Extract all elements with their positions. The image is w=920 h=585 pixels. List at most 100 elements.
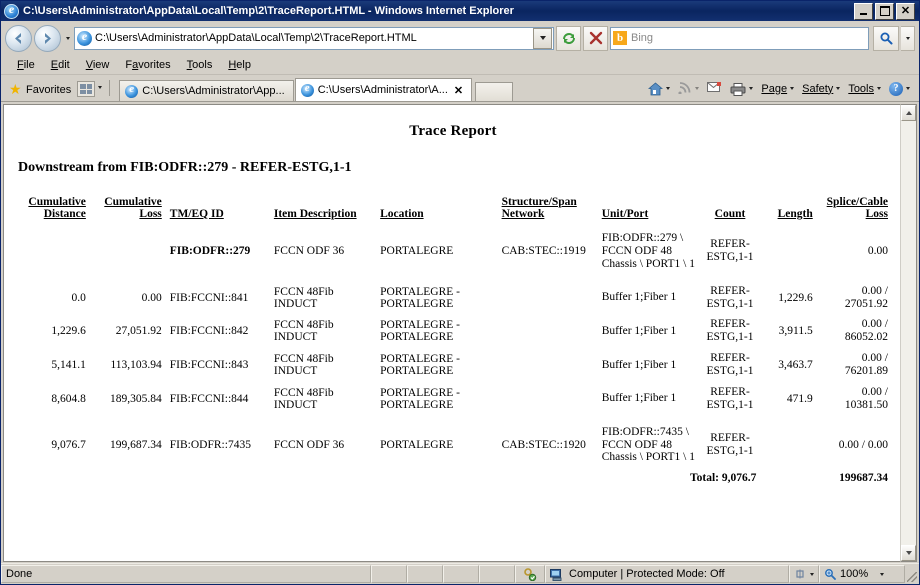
column-header-count: Count [714,208,746,220]
cell-tmeq-id: FIB:FCCNI::841 [169,291,249,304]
cell-cumulative-loss: 199,687.34 [110,438,162,451]
table-row: 1,229.6 27,051.92 FIB:FCCNI::842 FCCN 48Fib… [14,314,892,348]
new-tab-button[interactable] [475,82,514,101]
menu-edit[interactable]: Edit [43,57,78,73]
feeds-icon [678,80,692,97]
menu-favorites[interactable]: Favorites [117,57,178,73]
cell-count: REFER-ESTG,1-1 [706,318,754,344]
cell-cumulative-loss: 27,051.92 [115,325,162,338]
search-button[interactable] [873,25,899,51]
cell-count: REFER-ESTG,1-1 [706,432,754,457]
page-menu-button[interactable]: Page [758,83,797,95]
security-zone[interactable]: Computer | Protected Mode: Off [545,565,789,583]
title-bar: C:\Users\Administrator\AppData\Local\Tem… [1,1,919,21]
recent-pages-icon[interactable] [63,28,72,48]
trace-report-table: Cumulative Distance Cumulative Loss TM/E… [14,196,892,488]
print-button[interactable] [727,82,756,96]
table-total-row: Total: 9,076.7 199687.34 [14,468,892,488]
safety-menu-label: Safety [802,82,834,95]
search-box[interactable]: b Bing [610,26,869,50]
print-dropdown-icon[interactable] [749,87,754,90]
menu-tools-label: ools [192,58,213,71]
cell-item-description: FCCN 48Fib INDUCT [273,386,334,411]
column-header-tmeq-id: TM/EQ ID [169,208,224,220]
home-button[interactable] [645,81,673,96]
maximize-button[interactable] [875,2,894,20]
page-dropdown-icon[interactable] [790,87,795,90]
scroll-down-button[interactable] [901,545,916,561]
zoom-control[interactable]: 100% [819,565,905,583]
cell-tmeq-id: FIB:ODFR::279 [169,245,251,258]
menu-tools[interactable]: Tools [179,57,221,73]
feeds-button[interactable] [675,80,702,97]
command-bar-separator [109,80,111,96]
favorites-button[interactable]: ★ Favorites [3,82,77,101]
tools-menu-button[interactable]: Tools [845,83,884,95]
cell-tmeq-id: FIB:FCCNI::842 [169,325,249,338]
refresh-button[interactable] [556,25,581,51]
tab-1[interactable]: C:\Users\Administrator\App... [119,80,294,101]
tools-dropdown-icon[interactable] [877,87,881,90]
tab-2-active[interactable]: C:\Users\Administrator\A... ✕ [294,78,473,101]
cell-item-description: FCCN 48Fib INDUCT [273,285,334,310]
status-bar: Done Computer | Protected Mode: Off 100% [1,563,919,584]
cell-cumulative-distance [14,228,90,275]
cell-splice-cable-loss: 0.00 / 86052.02 [844,318,888,344]
address-bar[interactable]: C:\Users\Administrator\AppData\Local\Tem… [74,26,554,50]
back-button[interactable] [5,24,32,52]
safety-dropdown-icon[interactable] [836,87,841,90]
resize-grip[interactable] [905,564,919,584]
favorites-bar-icon[interactable] [77,81,96,97]
tools-menu-label: Tools [848,82,874,95]
column-header-cumulative-loss: Cumulative Loss [104,196,162,220]
cell-unit-port: FIB:ODFR::279 \ FCCN ODF 48 Chassis \ PO… [601,232,695,270]
read-mail-button[interactable] [704,81,725,96]
scrollbar-track[interactable] [901,121,916,545]
status-slot-3 [443,565,479,583]
cell-length: 471.9 [786,392,813,405]
cell-tmeq-id: FIB:ODFR::7435 [169,438,251,451]
table-header: Cumulative Distance Cumulative Loss TM/E… [14,196,892,222]
safety-menu-button[interactable]: Safety [799,83,843,95]
document-viewport: Trace Report Downstream from FIB:ODFR::2… [3,104,900,562]
report-subtitle: Downstream from FIB:ODFR::279 - REFER-ES… [18,160,352,175]
window-controls: ✕ [854,2,917,20]
help-menu-button[interactable]: ? [886,81,913,96]
cell-cumulative-distance: 5,141.1 [51,359,86,371]
zoom-dropdown-icon[interactable] [880,572,885,576]
compatibility-view-button[interactable] [789,565,819,583]
vertical-scrollbar[interactable] [900,104,917,562]
cell-unit-port: Buffer 1;Fiber 1 [601,392,677,405]
column-header-location: Location [380,208,424,220]
cell-splice-cable-loss: 0.00 [867,244,888,257]
cell-structure-span: CAB:STEC::1919 [501,245,586,258]
tab-favicon-icon [125,83,139,98]
menu-view[interactable]: View [78,57,118,73]
cell-length: 3,463.7 [778,359,813,371]
tab-2-label: C:\Users\Administrator\A... [317,84,448,96]
search-dropdown-icon[interactable] [901,25,915,51]
protected-mode-icon [515,565,545,583]
feeds-dropdown-icon[interactable] [695,87,700,90]
stop-button[interactable] [583,25,608,51]
favorites-bar-dropdown-icon[interactable] [95,77,104,97]
search-input[interactable]: Bing [631,32,653,44]
minimize-button[interactable] [854,2,873,20]
status-text: Done [1,565,371,583]
address-input[interactable]: C:\Users\Administrator\AppData\Local\Tem… [95,32,533,44]
scroll-up-button[interactable] [901,105,916,121]
menu-file[interactable]: File [9,57,43,73]
cell-unit-port: Buffer 1;Fiber 1 [601,358,677,371]
help-dropdown-icon[interactable] [906,87,910,90]
cell-length [760,422,816,469]
home-dropdown-icon[interactable] [666,87,671,90]
menu-help[interactable]: Help [220,57,259,73]
table-row: 0.0 0.00 FIB:FCCNI::841 FCCN 48Fib INDUCT PO… [14,281,892,315]
compatibility-dropdown-icon[interactable] [810,572,814,576]
forward-button[interactable] [34,24,61,52]
cell-item-description: FCCN ODF 36 [273,438,345,451]
address-dropdown-icon[interactable] [533,27,552,49]
tab-close-icon[interactable]: ✕ [454,84,463,97]
close-button[interactable]: ✕ [896,2,915,20]
column-header-item-description: Item Description [273,208,357,220]
